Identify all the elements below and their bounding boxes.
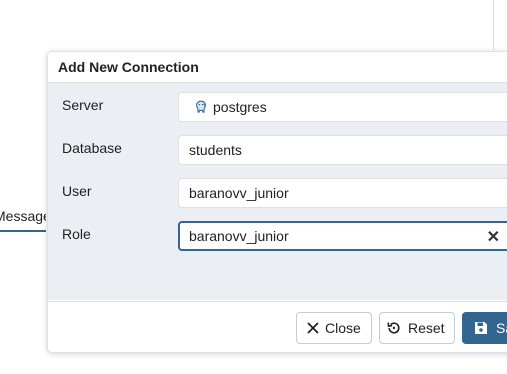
server-select[interactable]: postgres bbox=[178, 92, 507, 122]
database-value: students bbox=[189, 142, 242, 158]
reset-button-label: Reset bbox=[408, 320, 445, 336]
dialog-header[interactable]: Add New Connection bbox=[48, 52, 507, 83]
reset-icon bbox=[387, 322, 400, 334]
user-value: baranovv_junior bbox=[189, 185, 289, 201]
close-icon bbox=[307, 322, 319, 334]
clear-role-icon[interactable]: ✕ bbox=[487, 227, 500, 247]
user-label: User bbox=[62, 183, 92, 199]
save-icon bbox=[475, 322, 487, 334]
role-value: baranovv_junior bbox=[189, 228, 289, 244]
save-button[interactable]: Save bbox=[462, 312, 507, 344]
postgres-elephant-icon bbox=[196, 100, 206, 113]
reset-button[interactable]: Reset bbox=[379, 312, 455, 344]
role-label: Role bbox=[62, 226, 91, 242]
close-button[interactable]: Close bbox=[296, 312, 372, 344]
server-label: Server bbox=[62, 97, 104, 113]
user-select[interactable]: baranovv_junior bbox=[178, 178, 507, 208]
dialog-body: Server postgres Database students User b… bbox=[48, 83, 507, 300]
tab-messages-label: Messages bbox=[0, 208, 46, 224]
add-connection-dialog: Add New Connection Server postgres Datab… bbox=[47, 51, 507, 353]
database-label: Database bbox=[62, 140, 122, 156]
server-value: postgres bbox=[213, 99, 267, 115]
close-button-label: Close bbox=[325, 320, 361, 336]
panel-divider bbox=[493, 0, 494, 50]
tab-messages[interactable]: Messages bbox=[0, 204, 46, 232]
database-select[interactable]: students bbox=[178, 135, 507, 165]
dialog-footer: Close Reset Save bbox=[48, 301, 507, 352]
role-select[interactable]: baranovv_junior ✕ bbox=[178, 221, 507, 251]
dialog-title: Add New Connection bbox=[58, 59, 199, 75]
save-button-label: Save bbox=[496, 320, 507, 336]
